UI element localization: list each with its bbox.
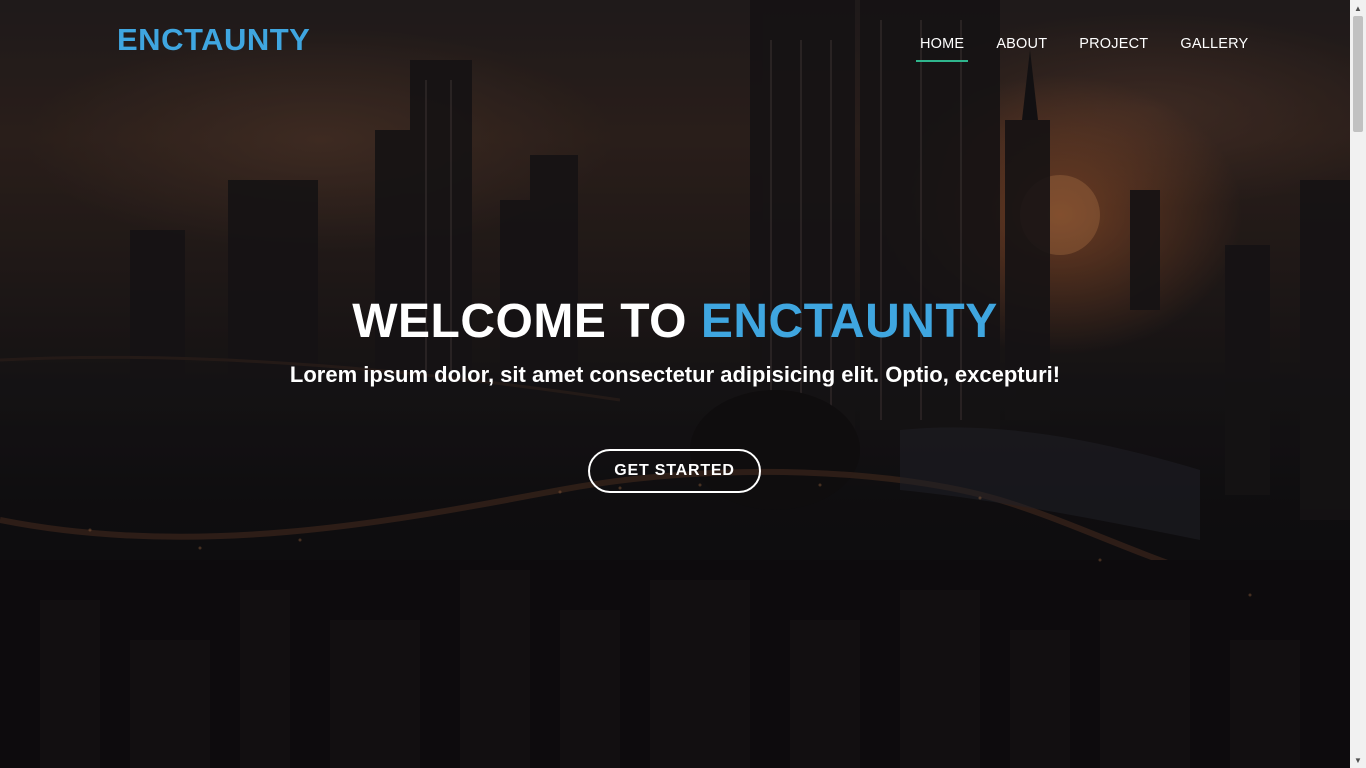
scrollbar-thumb[interactable] — [1353, 16, 1363, 132]
hero-title-accent: ENCTAUNTY — [700, 295, 998, 348]
hero-title-prefix: WELCOME TO — [352, 295, 687, 348]
scroll-down-arrow-icon[interactable]: ▼ — [1350, 752, 1366, 768]
site-logo[interactable]: ENCTAUNTY — [117, 22, 310, 58]
hero-title: WELCOME TO ENCTAUNTY — [0, 294, 1350, 349]
scroll-up-arrow-icon[interactable]: ▲ — [1350, 0, 1366, 16]
get-started-button[interactable]: GET STARTED — [588, 449, 761, 493]
main-navigation: HOME ABOUT PROJECT GALLERY — [916, 36, 1276, 62]
nav-item-home[interactable]: HOME — [916, 36, 969, 62]
page-scrollbar[interactable]: ▲ ▼ — [1350, 0, 1366, 768]
nav-item-gallery[interactable]: GALLERY — [1176, 36, 1252, 62]
nav-item-about[interactable]: ABOUT — [992, 36, 1051, 62]
page: ENCTAUNTY HOME ABOUT PROJECT GALLERY WEL… — [0, 0, 1366, 768]
nav-item-project[interactable]: PROJECT — [1075, 36, 1152, 62]
hero-subtitle: Lorem ipsum dolor, sit amet consectetur … — [289, 362, 1061, 387]
